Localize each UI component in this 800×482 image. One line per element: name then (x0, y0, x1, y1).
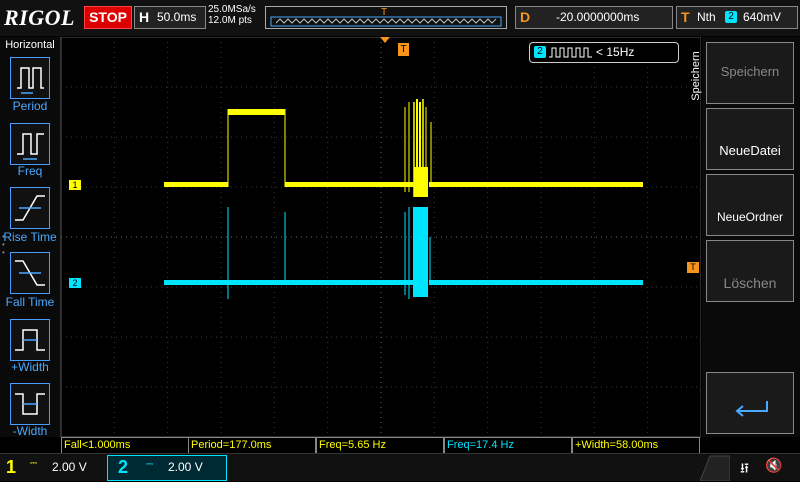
loeschen-button[interactable]: Löschen (706, 240, 794, 302)
bottom-corner-decoration-icon (700, 455, 730, 481)
freq-counter-value: < 15Hz (596, 45, 635, 59)
memory-depth: 12.0M pts (208, 15, 252, 26)
measurement-fall-time[interactable]: Fall<1.000ms (61, 437, 189, 453)
waveform-grid (60, 36, 702, 438)
save-menu-title-text: Speichern (690, 51, 702, 101)
minus-width-button[interactable] (10, 383, 50, 425)
measure-menu-panel: Horizontal Period Freq Rise Time • • • Fal… (0, 37, 61, 438)
plus-width-icon (15, 329, 45, 351)
minus-width-icon (15, 393, 45, 415)
timeline-trigger-marker: T (381, 7, 388, 18)
ch2-scale: 2.00 V (168, 460, 203, 474)
ch1-status-tab[interactable]: 1 ⎓ 2.00 V (0, 454, 104, 480)
delay-box[interactable]: D -20.0000000ms (515, 6, 673, 29)
delay-value: -20.0000000ms (556, 10, 640, 24)
period-button[interactable] (10, 57, 50, 99)
speaker-muted-icon[interactable]: 🔇 (765, 457, 782, 474)
freq-counter-channel-badge: 2 (534, 46, 546, 58)
channel-status-bar: 1 ⎓ 2.00 V 2 ⎓ 2.00 V ⭿ 🔇 (0, 453, 800, 481)
trigger-box[interactable]: T Nth 2 640mV (676, 6, 798, 29)
top-status-bar: RIGOL STOP H 50.0ms 25.0MSa/s 12.0M pts … (0, 0, 800, 36)
waveform-display[interactable]: 1 2 T T 2 < 15Hz (60, 36, 702, 438)
fall-time-button[interactable] (10, 252, 50, 294)
return-arrow-icon (735, 401, 768, 417)
fall-time-icon (15, 260, 45, 286)
ch1-dc-coupling-icon: ⎓ (30, 458, 38, 468)
trigger-source-badge: 2 (725, 11, 737, 23)
frequency-counter-readout: 2 < 15Hz (529, 42, 679, 63)
trigger-type: Nth (697, 10, 716, 24)
run-stop-status[interactable]: STOP (84, 6, 132, 29)
timebase-value: 50.0ms (157, 10, 197, 24)
sample-rate: 25.0MSa/s (208, 4, 256, 15)
acquisition-info: 25.0MSa/s 12.0M pts (208, 4, 256, 26)
ch2-status-tab[interactable]: 2 ⎓ 2.00 V (107, 455, 227, 481)
measurement-period[interactable]: Period=177.0ms (188, 437, 316, 453)
rise-time-button[interactable] (10, 187, 50, 229)
menu-page-dots-icon: • • • (2, 232, 5, 257)
save-menu-title: Speichern (690, 51, 702, 101)
speichern-button[interactable]: Speichern (706, 42, 794, 104)
trigger-level-marker[interactable]: T (687, 262, 699, 273)
period-icon (17, 67, 44, 94)
return-button[interactable] (706, 372, 794, 434)
trigger-position-marker[interactable]: T (398, 43, 409, 56)
pulse-train-icon (549, 47, 592, 58)
ch2-dc-coupling-icon: ⎓ (146, 459, 154, 469)
measure-menu-title: Horizontal (5, 39, 55, 51)
usb-icon: ⭿ (740, 460, 750, 476)
timebase-box[interactable]: H 50.0ms (134, 6, 206, 29)
trigger-level: 640mV (743, 10, 782, 24)
freq-label: Freq (17, 164, 43, 178)
period-label: Period (12, 99, 48, 113)
trigger-letter: T (681, 9, 690, 25)
fall-time-label: Fall Time (5, 295, 55, 309)
measurement-freq-ch1[interactable]: Freq=5.65 Hz (316, 437, 444, 453)
neue-ordner-button[interactable]: NeueOrdner (706, 174, 794, 236)
freq-icon (17, 133, 44, 160)
rigol-logo: RIGOL (4, 5, 75, 30)
measurement-freq-ch2[interactable]: Freq=17.4 Hz (444, 437, 572, 453)
ch1-scale: 2.00 V (52, 460, 87, 474)
ch2-offset-marker[interactable]: 2 (69, 278, 81, 288)
ch1-number: 1 (6, 457, 17, 477)
trigger-position-arrow-icon (380, 37, 390, 43)
plus-width-button[interactable] (10, 319, 50, 361)
plus-width-label: +Width (11, 360, 49, 374)
horizontal-letter: H (139, 9, 150, 25)
rise-time-icon (15, 195, 45, 221)
freq-button[interactable] (10, 123, 50, 165)
measurement-results-bar: Fall<1.000ms Period=177.0ms Freq=5.65 Hz… (61, 437, 701, 453)
ch1-offset-marker[interactable]: 1 (69, 180, 81, 190)
measurement-plus-width[interactable]: +Width=58.00ms (572, 437, 700, 453)
delay-letter: D (520, 9, 531, 25)
neue-datei-button[interactable]: NeueDatei (706, 108, 794, 170)
ch2-number: 2 (118, 457, 129, 477)
memory-timeline[interactable]: T (265, 6, 507, 29)
minus-width-label: -Width (12, 424, 48, 438)
rise-time-label: Rise Time (3, 230, 57, 244)
